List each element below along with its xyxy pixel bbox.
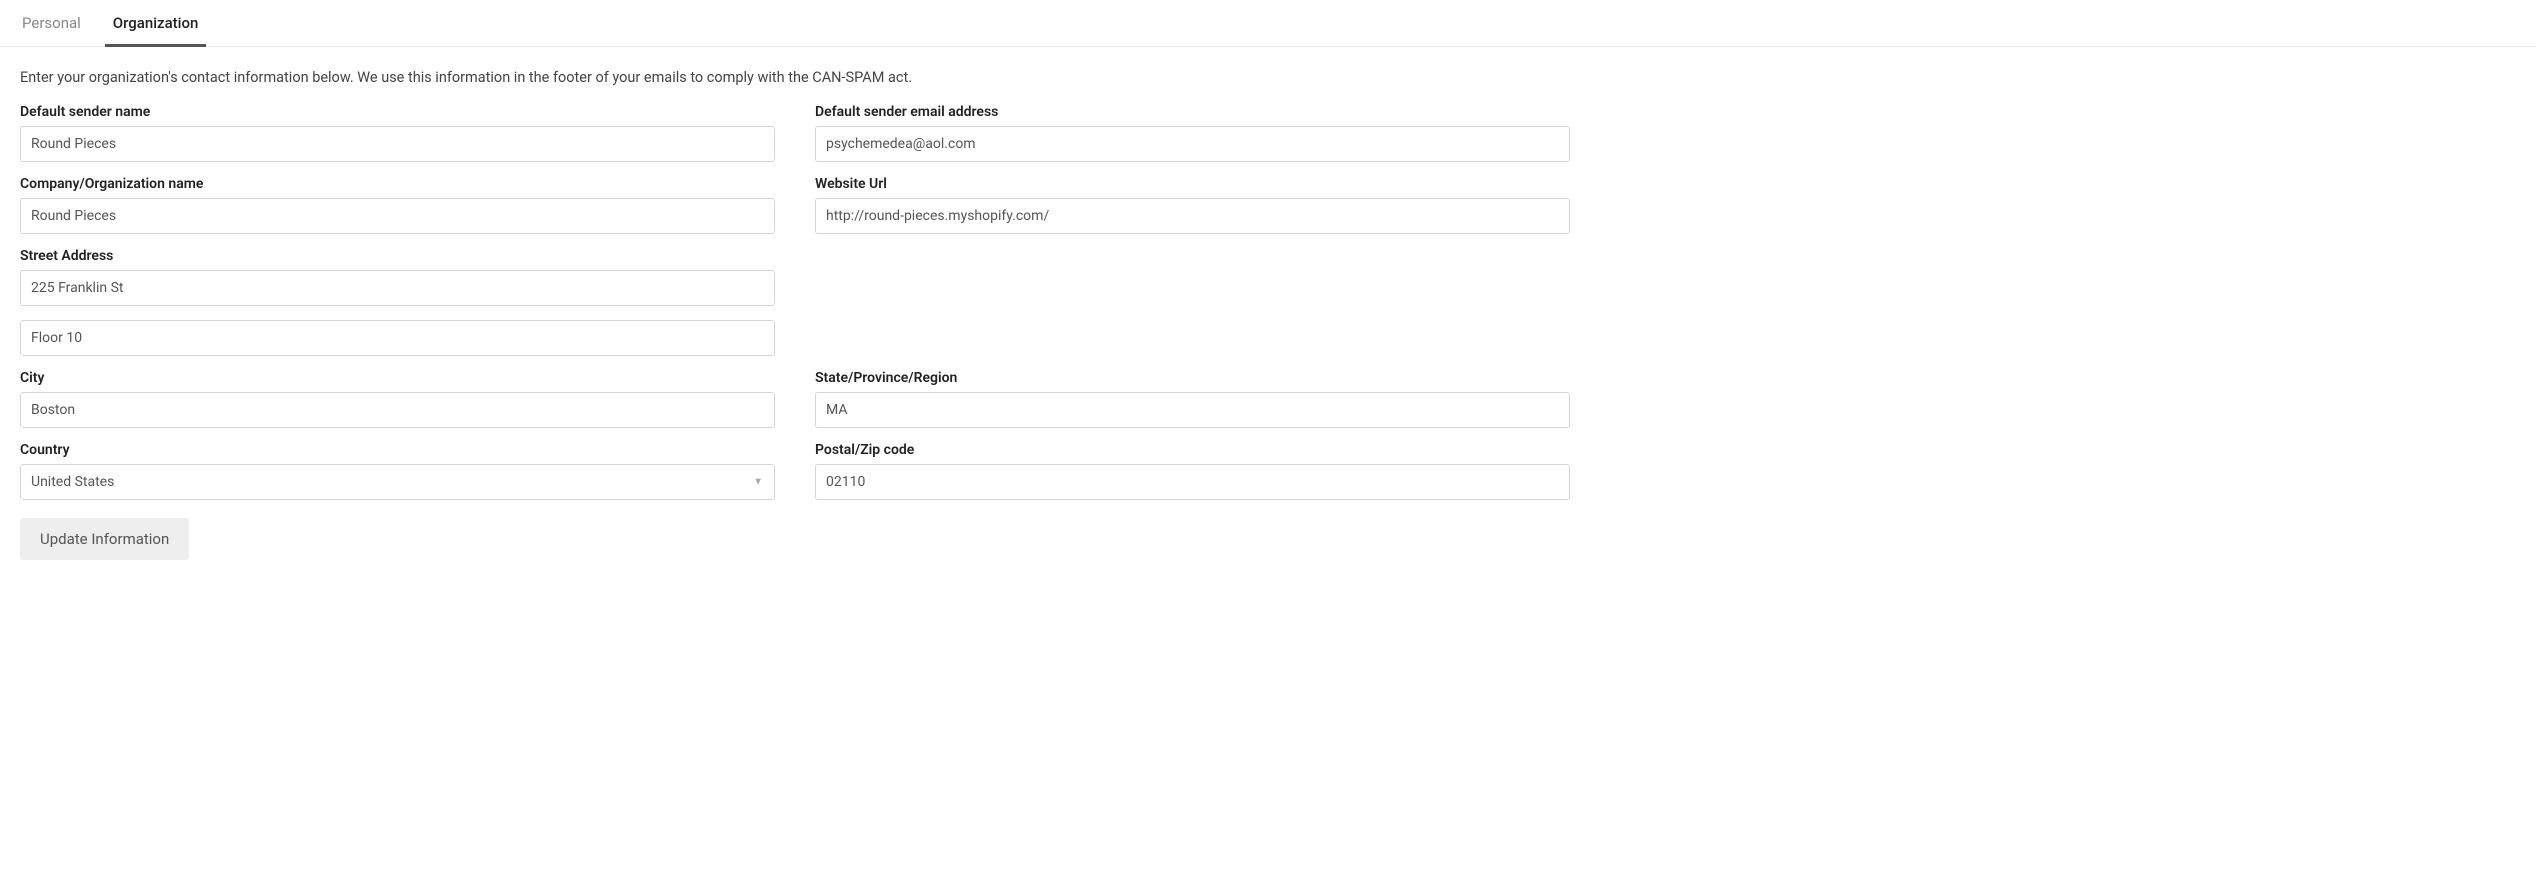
field-city: City [20, 370, 775, 428]
form-grid: Default sender name Default sender email… [20, 104, 1570, 500]
label-state: State/Province/Region [815, 370, 1570, 386]
label-sender-email: Default sender email address [815, 104, 1570, 120]
field-country: Country United States ▼ [20, 442, 775, 500]
field-company: Company/Organization name [20, 176, 775, 234]
field-state: State/Province/Region [815, 370, 1570, 428]
input-street2[interactable] [20, 320, 775, 356]
input-street1[interactable] [20, 270, 775, 306]
input-postal[interactable] [815, 464, 1570, 500]
label-city: City [20, 370, 775, 386]
placeholder [815, 320, 1570, 356]
input-state[interactable] [815, 392, 1570, 428]
label-postal: Postal/Zip code [815, 442, 1570, 458]
tabs: Personal Organization [0, 0, 2536, 47]
field-postal: Postal/Zip code [815, 442, 1570, 500]
label-street: Street Address [20, 248, 775, 264]
field-street1: Street Address [20, 248, 775, 306]
input-website[interactable] [815, 198, 1570, 234]
field-website: Website Url [815, 176, 1570, 234]
placeholder [815, 248, 1570, 306]
field-street2 [20, 320, 775, 356]
field-sender-email: Default sender email address [815, 104, 1570, 162]
label-company: Company/Organization name [20, 176, 775, 192]
label-country: Country [20, 442, 775, 458]
tab-organization[interactable]: Organization [111, 10, 201, 46]
input-city[interactable] [20, 392, 775, 428]
select-country[interactable]: United States [20, 464, 775, 500]
intro-text: Enter your organization's contact inform… [20, 69, 2516, 86]
tab-personal[interactable]: Personal [20, 10, 83, 46]
field-sender-name: Default sender name [20, 104, 775, 162]
input-sender-email[interactable] [815, 126, 1570, 162]
label-website: Website Url [815, 176, 1570, 192]
update-button[interactable]: Update Information [20, 518, 189, 560]
content: Enter your organization's contact inform… [0, 47, 2536, 590]
label-sender-name: Default sender name [20, 104, 775, 120]
input-sender-name[interactable] [20, 126, 775, 162]
input-company[interactable] [20, 198, 775, 234]
